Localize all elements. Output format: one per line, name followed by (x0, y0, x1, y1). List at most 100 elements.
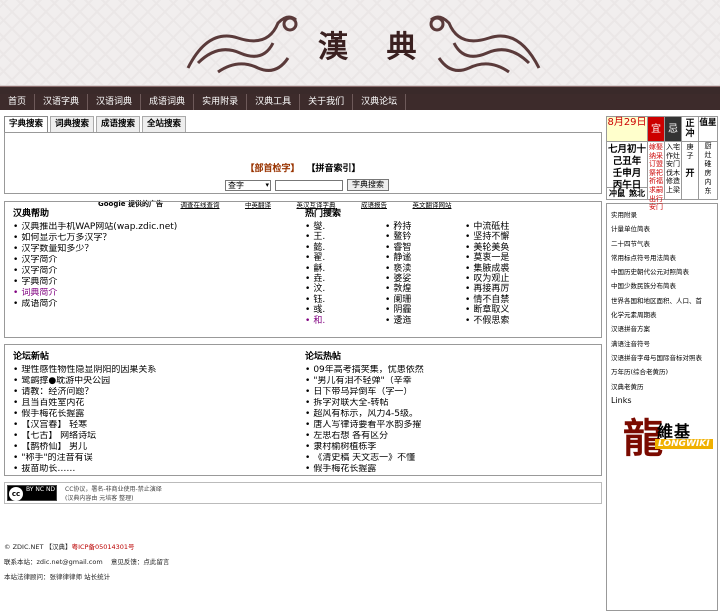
help-item[interactable]: • 汉典推出手机WAP网站(wap.zdic.net) (13, 222, 177, 233)
forum-hot-item[interactable]: • 超风有标示，风力4-5级。 (305, 409, 424, 420)
forum-hot-item[interactable]: • 唐人写律诗要看平水韵多擢 (305, 420, 424, 431)
help-item[interactable]: • 汉字简介 (13, 255, 177, 266)
hot-idiom[interactable]: • 不假思索 (465, 316, 545, 326)
help-item[interactable]: • 汉字数量知多少？ (13, 244, 177, 255)
nav-fulu[interactable]: 实用附录 (194, 94, 248, 110)
forum-new-item[interactable]: • 请教：经济问题？ (13, 387, 156, 398)
hot-idiom[interactable]: • 再接再厉 (465, 284, 545, 294)
hot-idiom[interactable]: • 莫衷一是 (465, 253, 545, 263)
hot-char[interactable]: • 和. (305, 316, 385, 326)
nav-zidian[interactable]: 汉语字典 (35, 94, 89, 110)
hot-char[interactable]: • 彧. (305, 305, 385, 315)
help-item[interactable]: • 词典简介 (13, 288, 177, 299)
link-item[interactable]: 化学元素周期表 (611, 308, 717, 322)
hot-idiom[interactable]: • 叹为观止 (465, 274, 545, 284)
hot-char[interactable]: • 垚. (305, 274, 385, 284)
hot-word[interactable]: • 阴霾 (385, 305, 465, 315)
forum-hot-item[interactable]: • 左思右想 各有区分 (305, 431, 424, 442)
hot-word[interactable]: • 矜持 (385, 222, 465, 232)
link-item[interactable]: 满语注音符号 (611, 337, 717, 351)
hot-idiom[interactable]: • 坚持不懈 (465, 232, 545, 242)
feedback-link[interactable]: 意见反馈：点此留言 (111, 558, 170, 566)
hot-idiom[interactable]: • 美轮美奂 (465, 243, 545, 253)
hot-idiom[interactable]: • 集腋成裘 (465, 264, 545, 274)
hot-char[interactable]: • 龢. (305, 264, 385, 274)
icp-link[interactable]: 粤ICP备05014301号 (72, 543, 135, 551)
help-item[interactable]: • 如何显示七万多汉字？ (13, 233, 177, 244)
longwiki-logo[interactable]: 龍 維基 LONGWIKI (623, 412, 713, 466)
contact-email[interactable]: 联系本站：zdic.net@gmail.com (4, 558, 103, 566)
search-button[interactable]: 字典搜索 (347, 179, 389, 191)
forum-new-item[interactable]: • 【汉宫春】 轻寒 (13, 420, 156, 431)
tab-site-search[interactable]: 全站搜索 (142, 116, 187, 132)
radical-index-link[interactable]: 【部首检字】 (246, 164, 300, 174)
link-item[interactable]: 万年历(综合老黄历) (611, 365, 717, 379)
forum-new-item[interactable]: • 假手梅花长握露 (13, 409, 156, 420)
site-logo[interactable]: 漢 典 (318, 22, 430, 66)
forum-new-item[interactable]: • 鹭鹚撑●耽游中央公园 (13, 376, 156, 387)
forum-hot-item[interactable]: • 假手梅花长握露 (305, 464, 424, 475)
help-item[interactable]: • 汉字简介 (13, 266, 177, 277)
license-bar: cc BY NC ND CC协议，署名-非商业使用-禁止演绎 (汉典内容由 元培客… (4, 482, 602, 504)
hot-char[interactable]: • 燮. (305, 222, 385, 232)
hot-word[interactable]: • 睿智 (385, 243, 465, 253)
nav-home[interactable]: 首页 (0, 94, 36, 110)
nav-forum[interactable]: 汉典论坛 (353, 94, 407, 110)
nav-tools[interactable]: 汉典工具 (247, 94, 301, 110)
tab-cidian-search[interactable]: 词典搜索 (50, 116, 95, 132)
link-item[interactable]: 汉语拼音方案 (611, 322, 717, 336)
forum-new-column: 论坛新帖 • 理性感性物性隐显阴阳的因果关系 • 鹭鹚撑●耽游中央公园 • 请教：经济问题… (13, 349, 156, 475)
search-row: 查字 ▾ 字典搜索 (225, 179, 389, 191)
forum-hot-item[interactable]: • 隶村榆树植栋李 (305, 442, 424, 453)
tab-zidian-search[interactable]: 字典搜索 (4, 116, 49, 132)
hot-word[interactable]: • 鳌钤 (385, 232, 465, 242)
calendar-lunar: 七月初十 己丑年 壬申月 丙午日 (607, 144, 647, 191)
hot-word[interactable]: • 亵渎 (385, 264, 465, 274)
tab-chengyu-search[interactable]: 成语搜索 (96, 116, 141, 132)
search-type-select[interactable]: 查字 ▾ (225, 179, 271, 191)
help-item[interactable]: • 成语简介 (13, 299, 177, 310)
help-hot-panel: 汉典帮助 • 汉典推出手机WAP网站(wap.zdic.net) • 如何显示七万多… (4, 201, 602, 338)
hot-char[interactable]: • 懿. (305, 243, 385, 253)
hot-word[interactable]: • 阑珊 (385, 295, 465, 305)
link-item[interactable]: 世界各国和地区面积、人口、首 (611, 294, 717, 308)
hot-idiom[interactable]: • 情不自禁 (465, 295, 545, 305)
pinyin-index-link[interactable]: 【拼音索引】 (306, 164, 360, 174)
forum-new-item[interactable]: • 理性感性物性隐显阴阳的因果关系 (13, 365, 156, 376)
hot-char[interactable]: • 钰. (305, 295, 385, 305)
hot-char[interactable]: • 翟. (305, 253, 385, 263)
cc-license-icon[interactable]: cc BY NC ND (7, 485, 57, 501)
hot-idiom[interactable]: • 断章取义 (465, 305, 545, 315)
link-item[interactable]: 实用附录 (611, 208, 717, 222)
link-item[interactable]: 汉语拼音字母与国际音标对照表 (611, 351, 717, 365)
hot-char[interactable]: • 王. (305, 232, 385, 242)
nav-chengyu[interactable]: 成语词典 (141, 94, 195, 110)
forum-new-item[interactable]: • 拔苗助长…… (13, 464, 156, 475)
link-item[interactable]: 中国少数民族分布简表 (611, 279, 717, 293)
forum-new-item[interactable]: • 【鹊桥仙】 男儿 (13, 442, 156, 453)
link-item[interactable]: 计量单位简表 (611, 222, 717, 236)
forum-new-item[interactable]: • 且当百姓室内花 (13, 398, 156, 409)
link-item[interactable]: 常用标点符号用法简表 (611, 251, 717, 265)
nav-about[interactable]: 关于我们 (300, 94, 354, 110)
forum-hot-item[interactable]: • 《清史稿 天文志一》不懂 (305, 453, 424, 464)
hot-word[interactable]: • 敦煌 (385, 284, 465, 294)
dragon-right-icon (429, 15, 541, 74)
hot-idiom[interactable]: • 中流砥柱 (465, 222, 545, 232)
link-item[interactable]: 中国历史朝代公元对照简表 (611, 265, 717, 279)
nav-cidian[interactable]: 汉语词典 (88, 94, 142, 110)
hot-char[interactable]: • 汶. (305, 284, 385, 294)
link-item[interactable]: 汉典老黄历 (611, 380, 717, 394)
hot-word[interactable]: • 婆娑 (385, 274, 465, 284)
forum-hot-item[interactable]: • "男儿有泪不轻弹"（辛幸 (305, 376, 424, 387)
forum-new-item[interactable]: • 【七古】 网络诗坛 (13, 431, 156, 442)
forum-hot-item[interactable]: • 日下带乌异倒车（字一） (305, 387, 424, 398)
forum-hot-item[interactable]: • 拆字对联大全-转帖 (305, 398, 424, 409)
help-item[interactable]: • 字典简介 (13, 277, 177, 288)
search-input[interactable] (275, 179, 343, 191)
hot-word[interactable]: • 逶迤 (385, 316, 465, 326)
forum-new-item[interactable]: • "称手"的注音有误 (13, 453, 156, 464)
forum-hot-item[interactable]: • 09年高考搞笑集，忧患依然 (305, 365, 424, 376)
hot-word[interactable]: • 静谧 (385, 253, 465, 263)
link-item[interactable]: 二十四节气表 (611, 237, 717, 251)
